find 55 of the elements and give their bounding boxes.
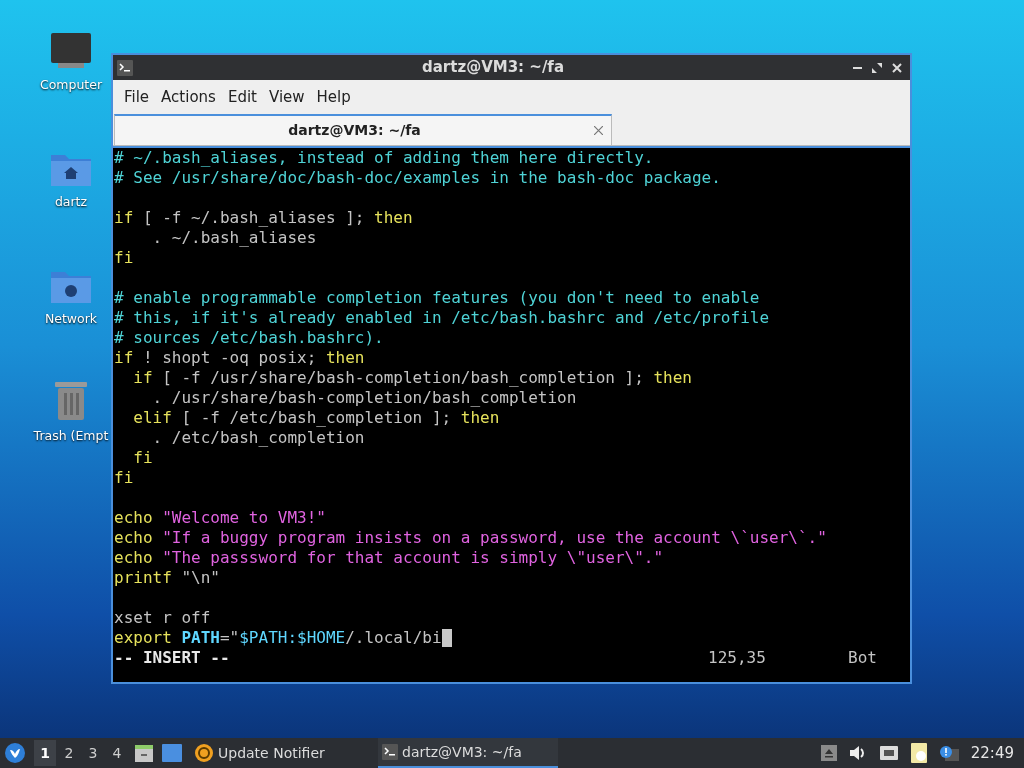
workspace-button[interactable]: 2 [58, 740, 80, 766]
code-line: fi [132, 447, 153, 469]
code-line: . /usr/share/bash-completion/bash_completion [151, 387, 577, 409]
code-line: # this, if it's already enabled in /etc/bash.bashrc and /etc/profile [114, 307, 770, 329]
notes-icon[interactable] [910, 743, 927, 763]
code-line: export PATH="$PATH:$HOME/.local/bi [114, 627, 442, 649]
code-line: . ~/.bash_aliases [151, 227, 317, 249]
text-cursor [441, 629, 452, 647]
code-line: if [ -f /usr/share/bash-completion/bash_completion ]; then [132, 367, 692, 389]
trash-icon [53, 379, 89, 421]
network-port-icon[interactable] [878, 745, 899, 761]
cursor-position: 125,35 [708, 647, 767, 669]
code-line: . /etc/bash_completion [151, 427, 365, 449]
terminal-icon [117, 59, 133, 76]
code-line: fi [114, 247, 134, 269]
code-line: # See /usr/share/doc/bash-doc/examples in the bash-doc package. [114, 167, 721, 189]
menu-item[interactable]: View [263, 85, 310, 109]
clock[interactable]: 22:49 [970, 741, 1014, 765]
code-line: # sources /etc/bash.bashrc). [114, 327, 384, 349]
volume-icon[interactable] [848, 745, 867, 761]
menu-item[interactable]: Edit [222, 85, 262, 109]
menu-item[interactable]: Actions [156, 85, 221, 109]
code-line: elif [ -f /etc/bash_completion ]; then [132, 407, 500, 429]
terminal-tab[interactable]: dartz@VM3: ~/fa [114, 114, 612, 145]
taskbar-task[interactable]: Update Notifier [190, 738, 370, 768]
code-line: echo "If a buggy program insists on a password, use the account \`user\`." [114, 527, 827, 549]
workspace-button[interactable]: 3 [82, 740, 104, 766]
code-line: echo "Welcome to VM3!" [114, 507, 326, 529]
code-line: # ~/.bash_aliases, instead of adding them here directly. [114, 147, 654, 169]
code-line: if ! shopt -oq posix; then [114, 347, 365, 369]
taskbar-task[interactable]: dartz@VM3: ~/fa [378, 738, 558, 768]
code-line: printf "\n" [114, 567, 220, 589]
notification-icon[interactable] [938, 745, 959, 761]
window-title: dartz@VM3: ~/fa [420, 57, 565, 79]
menu-item[interactable]: File [119, 85, 155, 109]
code-line: echo "The passsword for that account is simply \"user\"." [114, 547, 664, 569]
code-line: xset r off [114, 607, 211, 629]
mode-indicator: -- INSERT -- [114, 647, 230, 669]
monitor-icon [50, 32, 92, 70]
desktop-icon-label[interactable]: Trash (Empt [33, 427, 109, 446]
code-line: # enable programmable completion features (you don't need to enable [114, 287, 760, 309]
workspace-button[interactable]: 1 [34, 740, 56, 766]
code-line: fi [114, 467, 134, 489]
start-menu-icon[interactable] [4, 742, 26, 764]
menu-item[interactable]: Help [311, 85, 356, 109]
code-line: if [ -f ~/.bash_aliases ]; then [114, 207, 413, 229]
update-icon [194, 743, 214, 763]
workspace-button[interactable]: 4 [106, 740, 128, 766]
terminal-screen[interactable] [113, 146, 910, 682]
eject-icon[interactable] [820, 745, 837, 761]
terminal-icon [382, 744, 398, 760]
minimize-icon[interactable] [853, 66, 862, 69]
scroll-position: Bot [848, 647, 878, 669]
maximize-icon[interactable] [872, 62, 882, 73]
file-cabinet-icon[interactable] [134, 743, 154, 763]
